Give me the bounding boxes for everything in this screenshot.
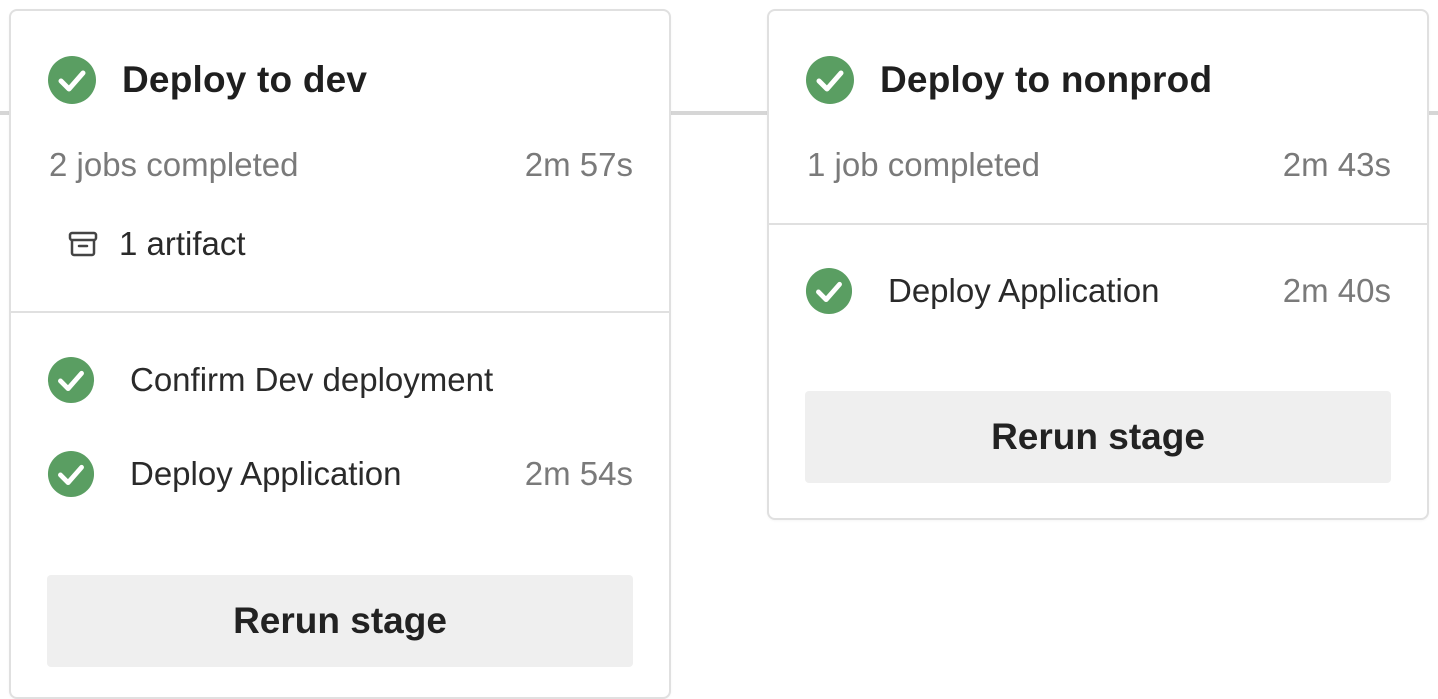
job-row[interactable]: Confirm Dev deployment [47,356,633,404]
divider [769,223,1427,225]
job-name: Deploy Application [888,272,1160,309]
stage-duration: 2m 43s [1282,146,1391,183]
archive-icon [67,228,99,260]
divider [11,311,669,313]
job-name: Confirm Dev deployment [130,361,494,398]
job-row[interactable]: Deploy Application 2m 40s [805,267,1391,315]
stage-title: Deploy to nonprod [880,59,1213,100]
job-duration: 2m 40s [1282,272,1391,309]
job-duration: 2m 54s [524,455,633,492]
stage-duration: 2m 57s [524,146,633,183]
artifacts-link[interactable]: 1 artifact [67,225,246,263]
stage-summary: 1 job completed 2m 43s [807,146,1391,184]
rerun-stage-button[interactable]: Rerun stage [47,575,633,667]
artifacts-label: 1 artifact [119,225,246,262]
stage-header: Deploy to dev [47,55,367,105]
check-circle-icon [47,55,97,105]
check-circle-icon [805,267,853,315]
check-circle-icon [47,356,95,404]
stage-card-dev[interactable]: Deploy to dev 2 jobs completed 2m 57s 1 … [9,9,671,699]
stage-summary: 2 jobs completed 2m 57s [49,146,633,184]
job-row[interactable]: Deploy Application 2m 54s [47,450,633,498]
check-circle-icon [47,450,95,498]
rerun-stage-button[interactable]: Rerun stage [805,391,1391,483]
check-circle-icon [805,55,855,105]
stage-title: Deploy to dev [122,59,368,100]
jobs-summary: 1 job completed [807,146,1040,183]
stage-header: Deploy to nonprod [805,55,1212,105]
jobs-summary: 2 jobs completed [49,146,299,183]
job-name: Deploy Application [130,455,402,492]
stage-card-nonprod[interactable]: Deploy to nonprod 1 job completed 2m 43s… [767,9,1429,520]
